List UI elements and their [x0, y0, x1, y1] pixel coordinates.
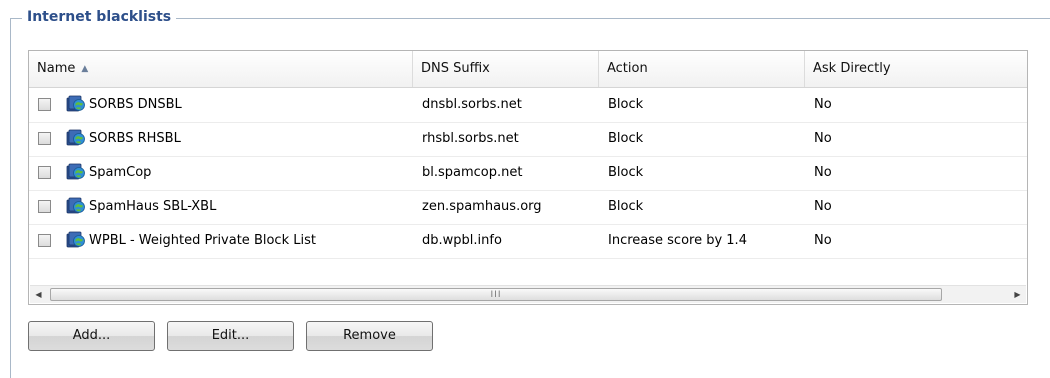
cell-dns-suffix: dnsbl.sorbs.net [422, 97, 522, 112]
cell-ask-directly: No [814, 131, 832, 146]
scroll-thumb[interactable]: III [50, 288, 942, 301]
table-row[interactable]: SORBS RHSBL rhsbl.sorbs.net Block No [29, 122, 1027, 157]
table-row[interactable]: SpamCop bl.spamcop.net Block No [29, 156, 1027, 191]
globe-blacklist-icon [66, 163, 86, 181]
table-row[interactable]: SpamHaus SBL-XBL zen.spamhaus.org Block No [29, 190, 1027, 225]
cell-name: SpamCop [89, 165, 152, 180]
globe-blacklist-icon [66, 231, 86, 249]
cell-name: SORBS RHSBL [89, 131, 181, 146]
cell-ask-directly: No [814, 233, 832, 248]
column-header-dns-suffix[interactable]: DNS Suffix [413, 51, 599, 87]
cell-ask-directly: No [814, 97, 832, 112]
blacklist-grid: Name ▲ DNS Suffix Action Ask Directly SOR… [28, 50, 1028, 305]
sort-ascending-icon: ▲ [81, 64, 89, 74]
cell-ask-directly: No [814, 199, 832, 214]
cell-action: Increase score by 1.4 [608, 233, 747, 248]
column-header-name-label: Name [37, 61, 76, 76]
cell-dns-suffix: db.wpbl.info [422, 233, 502, 248]
edit-button[interactable]: Edit... [167, 321, 294, 351]
scroll-grip: III [490, 290, 502, 300]
cell-dns-suffix: rhsbl.sorbs.net [422, 131, 519, 146]
row-checkbox[interactable] [38, 166, 51, 179]
globe-blacklist-icon [66, 197, 86, 215]
cell-dns-suffix: zen.spamhaus.org [422, 199, 542, 214]
cell-action: Block [608, 165, 644, 180]
column-header-ask-directly[interactable]: Ask Directly [805, 51, 1027, 87]
globe-blacklist-icon [66, 95, 86, 113]
row-checkbox[interactable] [38, 132, 51, 145]
table-row[interactable]: WPBL - Weighted Private Block List db.wpb… [29, 224, 1027, 259]
column-header-action-label: Action [607, 61, 648, 76]
column-header-ask-directly-label: Ask Directly [813, 61, 891, 76]
cell-ask-directly: No [814, 165, 832, 180]
groupbox-title: Internet blacklists [22, 9, 177, 25]
table-row[interactable]: SORBS DNSBL dnsbl.sorbs.net Block No [29, 88, 1027, 123]
column-header-action[interactable]: Action [599, 51, 805, 87]
add-button[interactable]: Add... [28, 321, 155, 351]
row-checkbox[interactable] [38, 200, 51, 213]
row-checkbox[interactable] [38, 234, 51, 247]
globe-blacklist-icon [66, 129, 86, 147]
cell-action: Block [608, 199, 644, 214]
row-checkbox[interactable] [38, 98, 51, 111]
column-header-name[interactable]: Name ▲ [29, 51, 413, 87]
remove-button[interactable]: Remove [306, 321, 433, 351]
scroll-left-icon[interactable]: ◀ [30, 286, 47, 303]
cell-action: Block [608, 97, 644, 112]
cell-name: SpamHaus SBL-XBL [89, 199, 217, 214]
scroll-right-icon[interactable]: ▶ [1009, 286, 1026, 303]
horizontal-scrollbar[interactable]: ◀ III ▶ [30, 285, 1026, 303]
column-header-dns-suffix-label: DNS Suffix [421, 61, 490, 76]
cell-name: SORBS DNSBL [89, 97, 182, 112]
grid-header: Name ▲ DNS Suffix Action Ask Directly [29, 51, 1027, 88]
cell-name: WPBL - Weighted Private Block List [89, 233, 316, 248]
cell-action: Block [608, 131, 644, 146]
cell-dns-suffix: bl.spamcop.net [422, 165, 523, 180]
